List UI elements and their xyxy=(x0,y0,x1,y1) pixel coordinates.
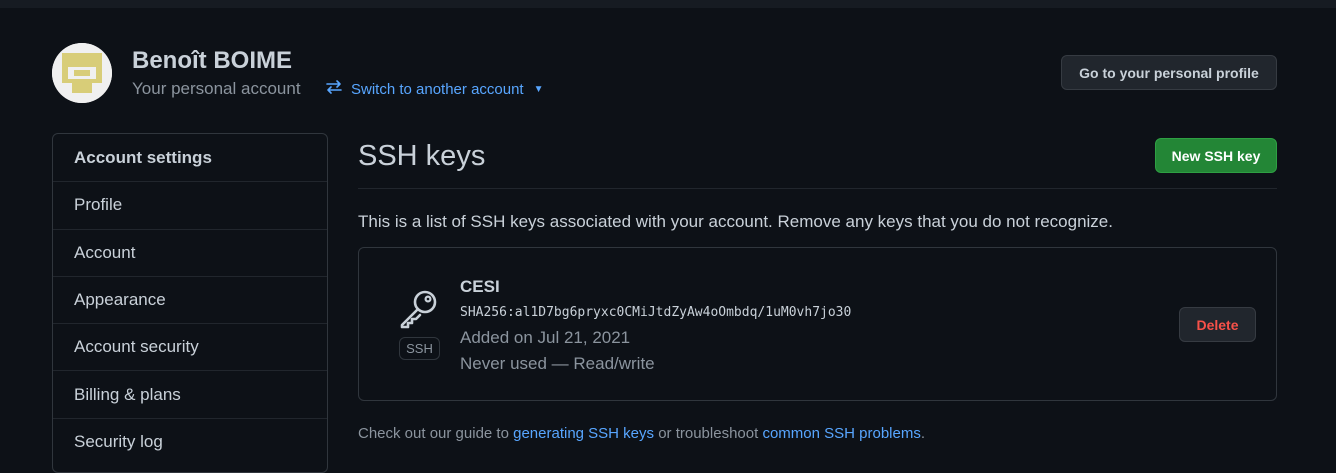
footer-middle: or troubleshoot xyxy=(658,425,759,442)
sidebar-item-appearance[interactable]: Appearance xyxy=(53,275,327,323)
sidebar-item-security-log[interactable]: Security log xyxy=(53,417,327,465)
settings-sidebar: Account settings Profile Account Appeara… xyxy=(52,133,328,473)
new-ssh-key-button[interactable]: New SSH key xyxy=(1155,138,1277,173)
key-usage: Never used — Read/write xyxy=(460,354,655,373)
generating-ssh-keys-link[interactable]: generating SSH keys xyxy=(513,425,654,442)
sidebar-item-account-settings[interactable]: Account settings xyxy=(53,134,327,181)
switch-account-label: Switch to another account xyxy=(351,80,524,98)
sidebar-item-account-security[interactable]: Account security xyxy=(53,323,327,370)
key-added-date: Added on Jul 21, 2021 xyxy=(460,328,631,347)
key-icon xyxy=(398,287,440,334)
footer-prefix: Check out our guide to xyxy=(358,425,509,442)
sidebar-item-profile[interactable]: Profile xyxy=(53,181,327,228)
account-type-label: Your personal account xyxy=(132,79,301,98)
key-title: CESI xyxy=(460,277,500,296)
top-header-strip xyxy=(0,0,1336,8)
footer-help-text: Check out our guide to generating SSH ke… xyxy=(358,425,925,442)
sidebar-item-account[interactable]: Account xyxy=(53,228,327,276)
delete-key-button[interactable]: Delete xyxy=(1179,307,1256,342)
ssh-badge: SSH xyxy=(399,337,440,360)
page-title: SSH keys xyxy=(358,140,486,172)
sidebar-item-billing[interactable]: Billing & plans xyxy=(53,370,327,417)
user-name: Benoît BOIME xyxy=(132,47,292,74)
common-ssh-problems-link[interactable]: common SSH problems xyxy=(762,425,920,442)
caret-down-icon: ▼ xyxy=(533,83,544,95)
key-fingerprint: SHA256:al1D7bg6pryxc0CMiJtdZyAw4oOmbdq/1… xyxy=(460,305,852,320)
title-divider xyxy=(358,188,1277,189)
switch-account-link[interactable]: Switch to another account ▼ xyxy=(325,79,544,99)
avatar[interactable] xyxy=(52,43,112,103)
arrow-switch-icon xyxy=(325,79,343,99)
footer-suffix: . xyxy=(920,425,926,442)
go-to-profile-button[interactable]: Go to your personal profile xyxy=(1061,55,1277,90)
intro-text: This is a list of SSH keys associated wi… xyxy=(358,212,1113,231)
ssh-key-list-item xyxy=(358,247,1277,401)
